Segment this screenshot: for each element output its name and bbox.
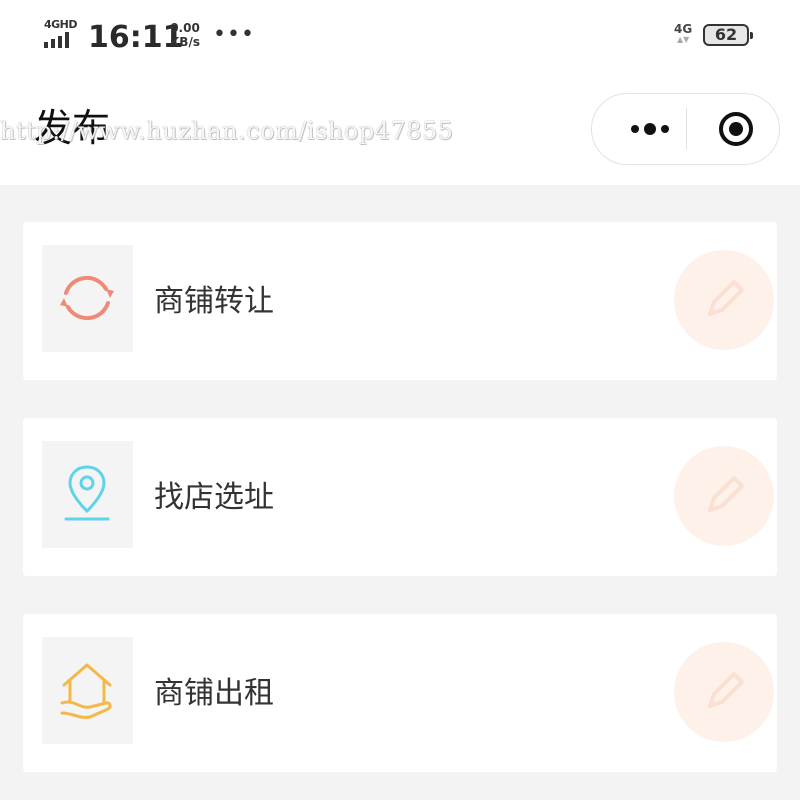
mini-program-capsule [591, 93, 780, 165]
more-dots-icon [631, 123, 669, 135]
network-type-label: 4G [674, 22, 693, 36]
edit-button[interactable] [674, 642, 774, 742]
network-speed: 0.00 KB/s [170, 21, 200, 49]
battery-icon: 62 [703, 24, 753, 46]
data-arrows-icon: ▲▼ [676, 35, 690, 44]
item-label: 商铺转让 [154, 284, 274, 319]
target-close-icon [719, 112, 753, 146]
item-label: 商铺出租 [154, 676, 274, 711]
pencil-icon [708, 280, 744, 316]
publish-item-rent[interactable]: 商铺出租 [23, 614, 777, 772]
item-icon-box [42, 637, 133, 744]
network-type: 4G ▲▼ [674, 22, 692, 44]
publish-item-location[interactable]: 找店选址 [23, 418, 777, 576]
house-hand-icon [60, 663, 112, 719]
speed-unit: KB/s [170, 35, 200, 49]
pencil-icon [708, 672, 744, 708]
close-button[interactable] [704, 94, 774, 164]
speed-value: 0.00 [170, 21, 200, 35]
more-button[interactable] [612, 94, 686, 164]
network-label: 4GHD [44, 18, 78, 31]
pencil-icon [708, 476, 744, 512]
item-icon-box [42, 441, 133, 548]
nav-bar: 发布 http://www.huzhan.com/ishop47855 [0, 75, 800, 185]
signal-icon: 4GHD [44, 18, 78, 50]
status-bar: 4GHD 16:11 0.00 KB/s ••• 4G ▲▼ 62 [0, 0, 800, 75]
refresh-icon [60, 275, 114, 321]
status-more-icon: ••• [213, 22, 255, 47]
publish-item-transfer[interactable]: 商铺转让 [23, 222, 777, 380]
watermark: http://www.huzhan.com/ishop47855 [0, 117, 454, 145]
edit-button[interactable] [674, 446, 774, 546]
edit-button[interactable] [674, 250, 774, 350]
location-pin-icon [64, 465, 110, 521]
item-icon-box [42, 245, 133, 352]
capsule-divider [686, 108, 687, 150]
item-label: 找店选址 [154, 480, 274, 515]
